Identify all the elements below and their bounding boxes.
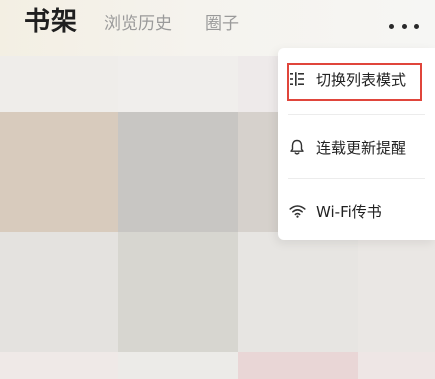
book-cover[interactable] — [118, 112, 238, 232]
book-cover[interactable] — [238, 352, 358, 379]
menu-item-label: Wi-Fi传书 — [316, 202, 382, 221]
book-cover[interactable] — [0, 232, 118, 352]
book-cover[interactable] — [358, 232, 435, 352]
tab-browse-history[interactable]: 浏览历史 — [104, 10, 172, 38]
bookshelf-screen: 书架 浏览历史 圈子 切换列表模式 连载更新提醒 Wi-Fi传书 — [0, 0, 435, 379]
book-cover[interactable] — [358, 352, 435, 379]
menu-divider — [288, 114, 425, 115]
list-icon — [288, 70, 306, 88]
menu-item-switch-list-mode[interactable]: 切换列表模式 — [278, 48, 435, 110]
bell-icon — [288, 138, 306, 156]
menu-item-wifi-transfer[interactable]: Wi-Fi传书 — [278, 180, 435, 242]
more-dots-icon-dot — [414, 23, 419, 29]
book-cover[interactable] — [0, 112, 118, 232]
tab-bookshelf[interactable]: 书架 — [24, 6, 78, 38]
book-cover[interactable] — [118, 352, 238, 379]
book-cover[interactable] — [0, 352, 118, 379]
more-menu: 切换列表模式 连载更新提醒 Wi-Fi传书 — [278, 48, 435, 240]
tab-circle[interactable]: 圈子 — [205, 10, 239, 38]
more-button[interactable] — [389, 16, 419, 36]
more-dots-icon — [389, 23, 394, 29]
book-cover[interactable] — [118, 56, 238, 112]
wifi-icon — [288, 202, 306, 220]
menu-item-label: 切换列表模式 — [316, 70, 407, 89]
book-cover[interactable] — [238, 232, 358, 352]
menu-item-update-reminder[interactable]: 连载更新提醒 — [278, 116, 435, 178]
more-dots-icon-dot — [401, 23, 407, 29]
menu-item-label: 连载更新提醒 — [316, 138, 407, 157]
menu-divider — [288, 178, 425, 179]
book-cover[interactable] — [0, 56, 118, 112]
book-cover[interactable] — [118, 232, 238, 352]
